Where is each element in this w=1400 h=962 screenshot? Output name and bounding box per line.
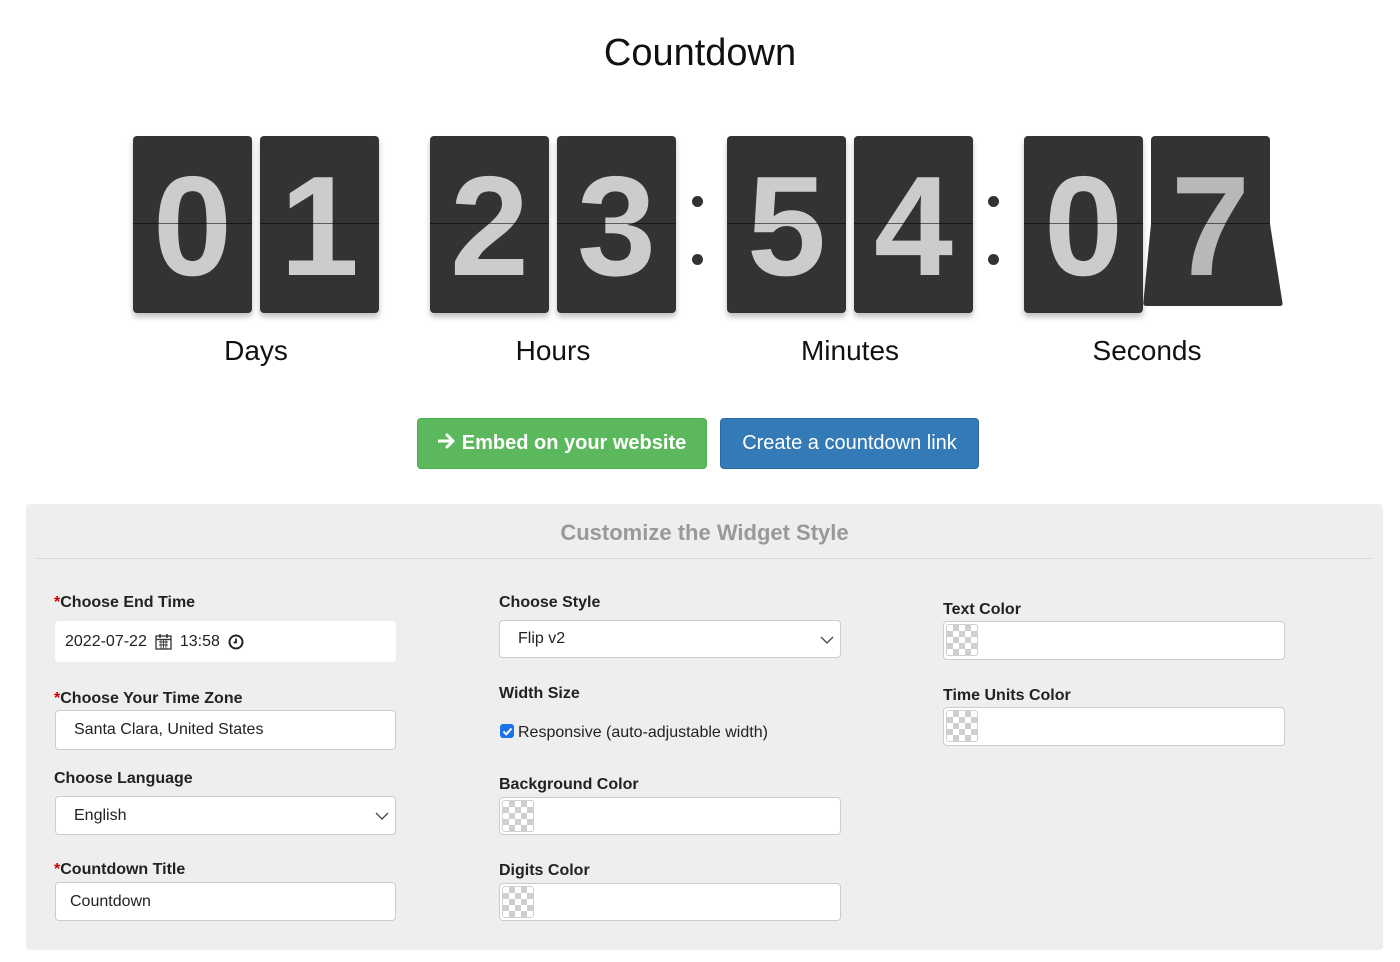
text-color-label: Text Color — [943, 601, 1021, 618]
digit: 2 — [450, 146, 529, 306]
language-label: Choose Language — [54, 770, 193, 787]
colon-separator-icon — [988, 196, 1000, 266]
countdown-hours: 2 3 Hours — [430, 136, 676, 367]
style-select[interactable]: Flip v2 — [499, 620, 841, 658]
background-color-label: Background Color — [499, 776, 639, 793]
language-value: English — [74, 806, 127, 824]
time-units-color-label: Time Units Color — [943, 687, 1071, 704]
style-value: Flip v2 — [518, 630, 566, 647]
digit: 0 — [1044, 146, 1123, 306]
chevron-down-icon — [375, 809, 389, 823]
countdown-seconds: 0 7 Seconds — [1024, 136, 1283, 367]
unit-label-minutes: Minutes — [800, 335, 900, 366]
language-select[interactable]: English — [55, 796, 396, 835]
page-title: Countdown — [603, 32, 797, 74]
color-swatch[interactable] — [946, 624, 978, 656]
digit-card: 0 — [1024, 136, 1143, 313]
unit-label-seconds: Seconds — [1092, 335, 1202, 366]
digits-color-label: Digits Color — [499, 862, 590, 879]
color-swatch[interactable] — [502, 800, 534, 832]
time-zone-value: Santa Clara, United States — [74, 721, 264, 738]
countdown-title-input[interactable]: Countdown — [55, 882, 396, 921]
digit: 5 — [747, 146, 826, 306]
digits-color-input[interactable] — [499, 883, 841, 921]
label-text: Choose Your Time Zone — [60, 690, 243, 707]
embed-on-website-button[interactable]: Embed on your website — [417, 418, 707, 469]
digit-card: 0 — [133, 136, 252, 313]
link-button-label: Create a countdown link — [742, 432, 957, 454]
color-swatch[interactable] — [502, 886, 534, 918]
countdown-days: 0 1 Days — [133, 136, 379, 367]
calendar-icon[interactable] — [155, 633, 172, 650]
countdown-title-label: *Countdown Title — [54, 861, 185, 879]
digit-card-flipping: 7 — [1143, 136, 1283, 313]
color-swatch[interactable] — [946, 710, 978, 742]
check-icon — [502, 727, 512, 736]
responsive-label[interactable]: Responsive (auto-adjustable width) — [518, 724, 768, 742]
clock-icon[interactable] — [228, 634, 244, 650]
digit-card: 2 — [430, 136, 549, 313]
responsive-checkbox[interactable] — [500, 724, 514, 738]
create-countdown-link-button[interactable]: Create a countdown link — [720, 418, 979, 469]
panel-title: Customize the Widget Style — [560, 520, 849, 545]
digit: 1 — [280, 146, 359, 306]
arrow-right-icon — [437, 432, 456, 455]
background-color-input[interactable] — [499, 797, 841, 835]
digit-card: 3 — [557, 136, 676, 313]
time-zone-label: *Choose Your Time Zone — [54, 690, 242, 708]
label-text: Choose End Time — [60, 594, 196, 611]
digit: 4 — [874, 146, 953, 306]
end-date-value[interactable]: 2022-07-22 — [65, 633, 147, 651]
end-time-input[interactable]: 2022-07-22 13:58 — [55, 621, 396, 662]
digit-card: 4 — [854, 136, 973, 313]
digit: 0 — [153, 146, 232, 306]
label-text: Countdown Title — [60, 861, 186, 878]
digit: 7 — [1171, 146, 1250, 306]
unit-label-days: Days — [224, 335, 288, 366]
style-label: Choose Style — [499, 594, 601, 611]
digit-card: 5 — [727, 136, 846, 313]
digit-card: 1 — [260, 136, 379, 313]
unit-label-hours: Hours — [515, 335, 591, 366]
countdown-title-value: Countdown — [70, 892, 151, 910]
embed-button-label: Embed on your website — [461, 432, 687, 454]
digit: 3 — [577, 146, 656, 306]
chevron-down-icon — [820, 633, 834, 647]
divider — [37, 558, 1372, 559]
countdown-minutes: 5 4 Minutes — [727, 136, 973, 367]
text-color-input[interactable] — [943, 621, 1285, 660]
time-zone-input[interactable]: Santa Clara, United States — [55, 710, 396, 750]
customize-panel: Customize the Widget Style *Choose End T… — [26, 504, 1383, 950]
end-time-label: *Choose End Time — [54, 594, 195, 612]
end-time-value[interactable]: 13:58 — [180, 633, 220, 651]
width-size-label: Width Size — [499, 685, 580, 702]
colon-separator-icon — [692, 196, 704, 266]
time-units-color-input[interactable] — [943, 707, 1285, 746]
